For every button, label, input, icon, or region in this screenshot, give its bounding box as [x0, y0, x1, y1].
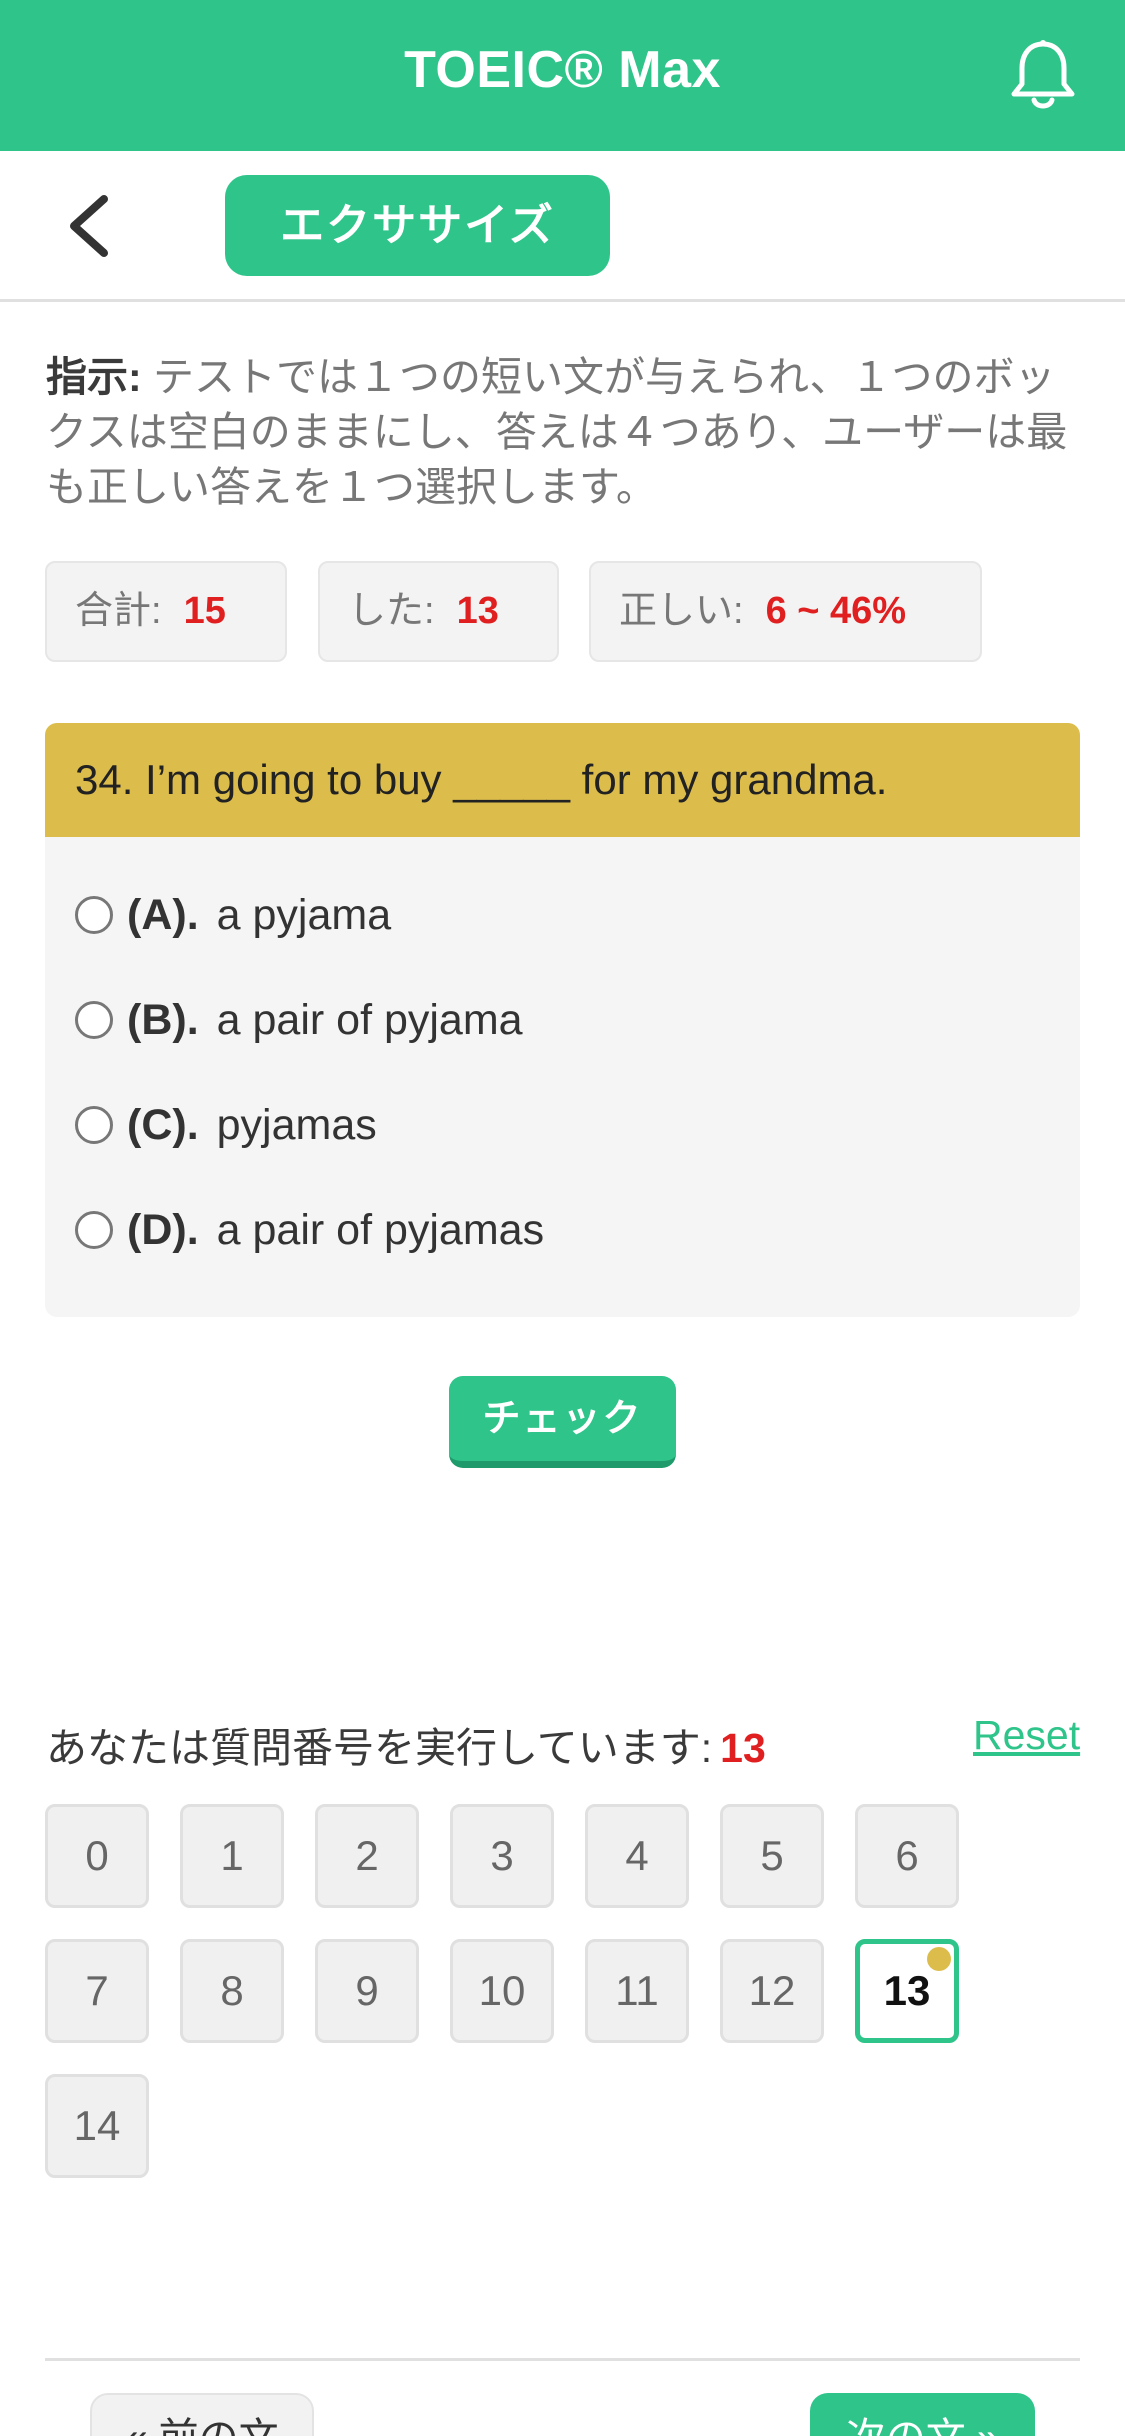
- progress-current: 13: [720, 1725, 766, 1771]
- radio-button[interactable]: [75, 896, 113, 934]
- option-letter: (D).: [127, 1206, 199, 1254]
- instructions-text: テストでは１つの短い文が与えられ、１つのボックスは空白のままにし、答えは４つあり…: [46, 354, 1068, 510]
- option-text: pyjamas: [216, 1101, 377, 1149]
- option-c[interactable]: (C). pyjamas: [75, 1095, 377, 1155]
- question-number-button[interactable]: 7: [45, 1939, 149, 2043]
- question-number-button[interactable]: 9: [315, 1939, 419, 2043]
- previous-sentence-button[interactable]: « 前の文: [90, 2393, 314, 2436]
- app-bar: TOEIC® Max: [0, 0, 1125, 151]
- bell-icon[interactable]: [1008, 38, 1078, 112]
- app-title: TOEIC® Max: [404, 41, 721, 99]
- question-number-label: 13: [883, 1967, 931, 2014]
- question-number-button[interactable]: 14: [45, 2074, 149, 2178]
- stat-correct-label: 正しい:: [619, 590, 744, 632]
- check-button[interactable]: チェック: [449, 1376, 676, 1468]
- option-letter: (B).: [127, 996, 199, 1044]
- stat-done-label: した:: [348, 590, 435, 632]
- footer-divider: [45, 2358, 1080, 2361]
- radio-button[interactable]: [75, 1001, 113, 1039]
- question-number-button[interactable]: 8: [180, 1939, 284, 2043]
- stat-correct: 正しい: 6 ~ 46%: [589, 561, 982, 662]
- progress-label: あなたは質問番号を実行しています: 13: [46, 1714, 766, 1774]
- option-b[interactable]: (B). a pair of pyjama: [75, 990, 523, 1050]
- chevron-left-icon[interactable]: [60, 191, 120, 261]
- stat-total: 合計: 15: [45, 561, 287, 662]
- option-text: a pyjama: [216, 891, 392, 939]
- reset-link[interactable]: Reset: [973, 1712, 1080, 1759]
- question-card: 34. I’m going to buy _____ for my grandm…: [45, 723, 1080, 1317]
- instructions-label: 指示:: [46, 354, 142, 400]
- question-number-button[interactable]: 10: [450, 1939, 554, 2043]
- question-number-button[interactable]: 4: [585, 1804, 689, 1908]
- stat-done: した: 13: [318, 561, 559, 662]
- option-a[interactable]: (A). a pyjama: [75, 885, 391, 945]
- stat-correct-value: 6 ~ 46%: [765, 590, 907, 632]
- option-letter: (C).: [127, 1101, 199, 1149]
- progress-label-text: あなたは質問番号を実行しています:: [46, 1725, 713, 1771]
- sub-bar: エクササイズ: [0, 151, 1125, 302]
- current-indicator-dot: [927, 1947, 951, 1971]
- question-number-button[interactable]: 11: [585, 1939, 689, 2043]
- question-text: 34. I’m going to buy _____ for my grandm…: [45, 723, 1080, 837]
- question-number-button[interactable]: 6: [855, 1804, 959, 1908]
- next-sentence-button[interactable]: 次の文 »: [810, 2393, 1035, 2436]
- stat-done-value: 13: [456, 590, 499, 632]
- exercise-tab[interactable]: エクササイズ: [225, 175, 610, 276]
- stat-total-value: 15: [183, 590, 226, 632]
- stat-total-label: 合計:: [75, 590, 162, 632]
- question-number-button[interactable]: 3: [450, 1804, 554, 1908]
- radio-button[interactable]: [75, 1106, 113, 1144]
- question-number-button[interactable]: 0: [45, 1804, 149, 1908]
- question-number-button[interactable]: 1: [180, 1804, 284, 1908]
- radio-button[interactable]: [75, 1211, 113, 1249]
- option-d[interactable]: (D). a pair of pyjamas: [75, 1200, 544, 1260]
- option-text: a pair of pyjamas: [216, 1206, 545, 1254]
- question-number-button[interactable]: 12: [720, 1939, 824, 2043]
- option-text: a pair of pyjama: [216, 996, 523, 1044]
- question-number-button-active[interactable]: 13: [855, 1939, 959, 2043]
- option-letter: (A).: [127, 891, 199, 939]
- question-number-button[interactable]: 2: [315, 1804, 419, 1908]
- instructions: 指示: テストでは１つの短い文が与えられ、１つのボックスは空白のままにし、答えは…: [46, 350, 1086, 515]
- question-number-button[interactable]: 5: [720, 1804, 824, 1908]
